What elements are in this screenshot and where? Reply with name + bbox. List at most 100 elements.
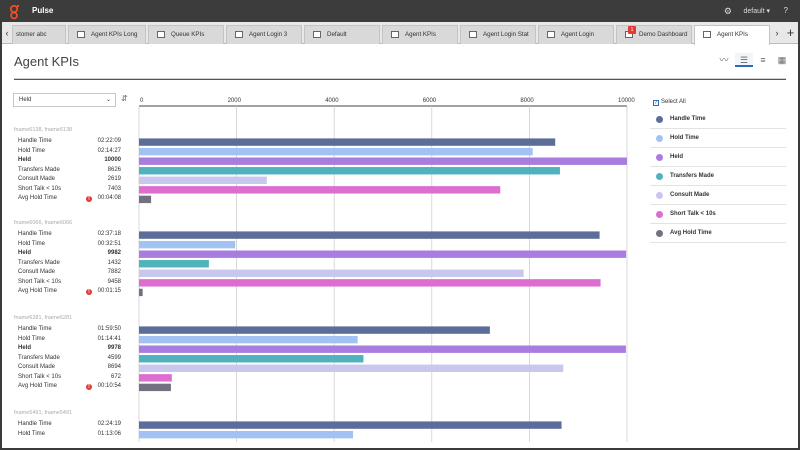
dashboard-tab-icon [235,31,243,38]
legend-item[interactable]: Handle Time [650,110,786,129]
checkbox-checked-icon: ✓ [653,100,659,106]
grid-view-icon[interactable]: ▦ [773,53,791,67]
legend-color-dot [656,116,663,123]
row-value: 02:22:09 [97,138,121,144]
row-label: Consult Made [18,364,56,371]
bar-handle-time[interactable] [139,326,490,334]
row-label: Short Talk < 10s [18,278,62,285]
legend-color-dot [656,211,663,218]
chevron-right-icon[interactable]: › [772,22,782,44]
bar-hold-time[interactable] [139,147,533,156]
bar-avg-hold-time[interactable] [139,195,152,204]
legend-label: Avg Hold Time [670,230,712,236]
row-value: 9982 [107,250,121,257]
row-value: 672 [110,373,121,380]
title-divider-dark [14,79,786,80]
row-label: Consult Made [18,269,56,276]
bar-held[interactable] [139,250,627,258]
legend-item[interactable]: Avg Hold Time [650,224,786,243]
row-value: 1432 [107,259,121,266]
tab[interactable]: Agent Login Stat [460,25,536,44]
gear-icon[interactable]: ⚙ [724,6,732,17]
tab[interactable]: Agent Login [538,25,614,44]
select-all-checkbox[interactable]: ✓ Select All [653,99,686,106]
tab[interactable]: Default [304,25,380,44]
row-label: Avg Hold Time [18,195,57,202]
bar-held[interactable] [139,157,627,165]
legend-label: Held [670,154,684,160]
add-tab-icon[interactable]: + [783,22,798,44]
bar-hold-time[interactable] [139,240,236,249]
bar-short-talk-10s[interactable] [139,279,601,287]
tab[interactable]: stomer abc [12,25,66,44]
page-title: Agent KPIs [14,54,80,69]
metric-select-value: Held [19,97,32,103]
legend-label: Hold Time [670,135,699,141]
row-label: Short Talk < 10s [18,185,62,192]
bar-chart-view-icon[interactable]: ☰ [735,53,753,67]
row-label: Avg Hold Time [18,383,57,390]
tab[interactable]: Agent KPIs [382,25,458,44]
list-view-icon[interactable]: ≡ [754,53,772,67]
row-value: 8694 [107,364,121,371]
tab-label: Agent Login [561,31,595,38]
app-title: Pulse [32,6,54,15]
tab-label: Agent KPIs [717,31,748,38]
row-label: Consult Made [18,176,56,183]
legend-label: Transfers Made [670,173,715,179]
bar-hold-time[interactable] [139,335,358,344]
bar-short-talk-10s[interactable] [139,374,172,382]
tab-label: Demo Dashboard [639,31,688,38]
tab[interactable]: Agent KPIs [694,25,770,45]
legend-item[interactable]: Transfers Made [650,167,786,186]
row-label: Hold Time [18,240,46,247]
row-value: 4599 [107,354,121,361]
select-all-label: Select All [661,99,686,105]
bar-avg-hold-time[interactable] [139,383,171,392]
row-value: 02:14:27 [97,147,121,154]
user-menu[interactable]: default ▾ [744,7,770,15]
agent-group-title: fname6138, fname6138 [14,127,73,133]
bar-transfers-made[interactable] [139,260,209,268]
genesys-logo [9,4,20,20]
row-value: 2619 [107,176,121,183]
tab[interactable]: Queue KPIs [148,25,224,44]
chevron-left-icon[interactable]: ‹ [2,22,12,44]
tab-label: Agent Login Stat [483,31,529,38]
row-value: 02:37:18 [97,231,121,237]
tab[interactable]: Agent KPIs Long [68,25,146,44]
sort-icon[interactable]: ⇵ [121,94,128,103]
dashboard-tab-icon [703,31,711,38]
top-header: Pulse ⚙ default ▾ ? [2,2,798,22]
bar-handle-time[interactable] [139,138,556,146]
line-chart-view-icon[interactable]: 〰 [715,53,733,67]
row-value: 9978 [107,345,121,352]
bar-transfers-made[interactable] [139,167,560,175]
bar-held[interactable] [139,345,626,353]
row-label: Transfers Made [18,354,60,361]
legend-color-dot [656,154,663,161]
row-label: Short Talk < 10s [18,373,62,380]
legend-item[interactable]: Consult Made [650,186,786,205]
bar-consult-made[interactable] [139,364,564,372]
bar-consult-made[interactable] [139,269,524,277]
row-value: 01:59:50 [97,326,121,332]
metric-select[interactable]: Held ⌄ [13,93,116,107]
bar-transfers-made[interactable] [139,355,364,363]
tab-label: Agent Login 3 [249,31,288,38]
legend-color-dot [656,192,663,199]
bar-handle-time[interactable] [139,231,600,239]
bar-hold-time[interactable] [139,430,354,439]
tab[interactable]: 1 Demo Dashboard [616,25,692,44]
bar-handle-time[interactable] [139,421,562,429]
bar-consult-made[interactable] [139,176,267,184]
legend-item[interactable]: Hold Time [650,129,786,148]
help-icon[interactable]: ? [784,6,788,15]
bar-avg-hold-time[interactable] [139,288,143,297]
legend-item[interactable]: Short Talk < 10s [650,205,786,224]
legend-item[interactable]: Held [650,148,786,167]
bar-short-talk-10s[interactable] [139,186,501,194]
row-value: 00:10:54 [97,383,121,390]
tab[interactable]: Agent Login 3 [226,25,302,44]
legend-label: Handle Time [670,116,706,122]
